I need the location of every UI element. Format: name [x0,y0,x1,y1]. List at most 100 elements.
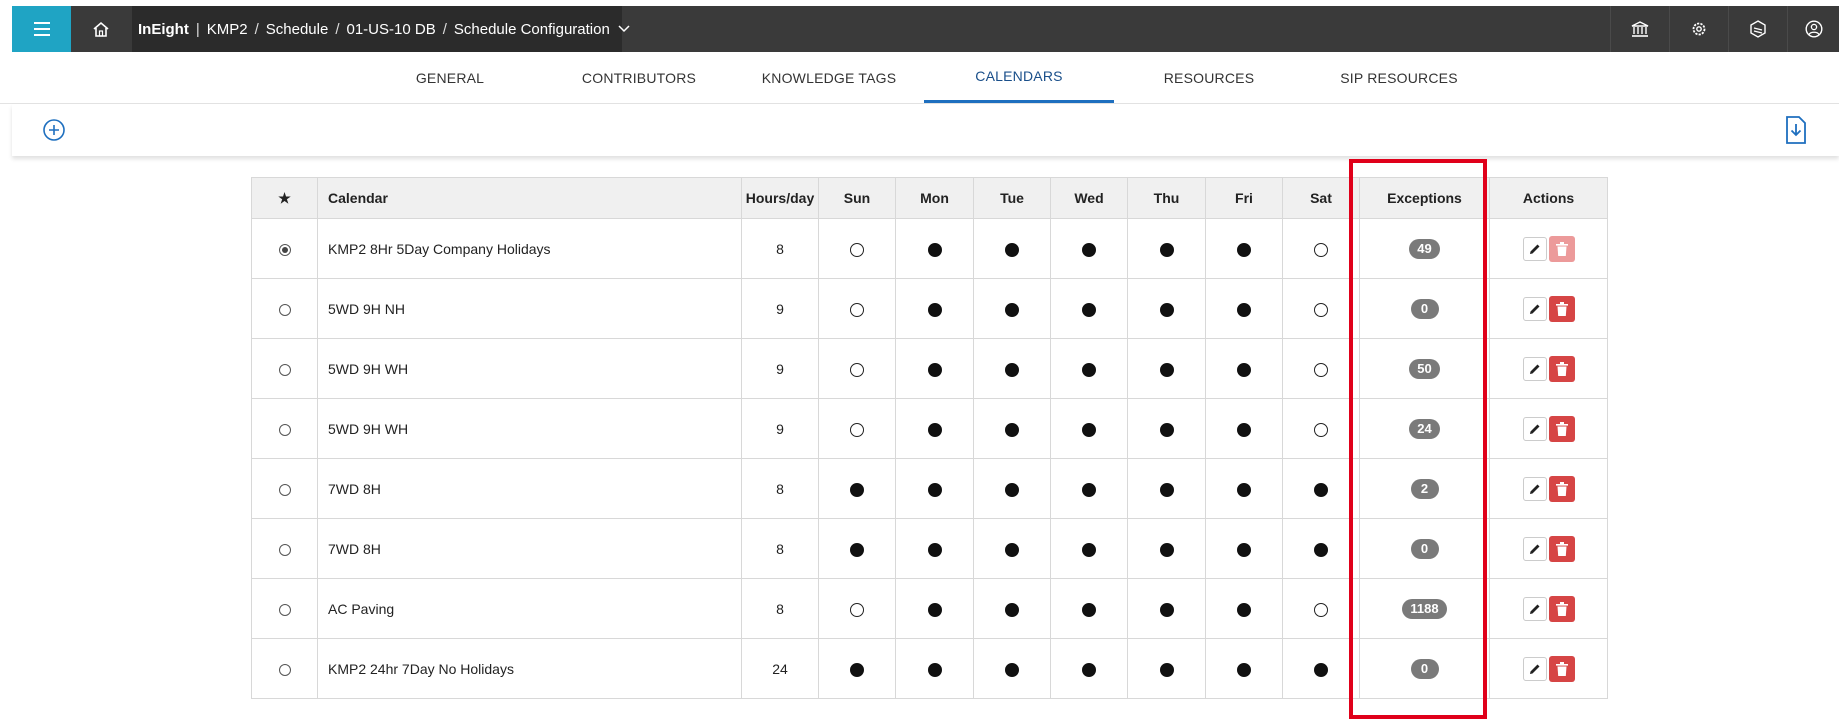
exceptions-badge[interactable]: 0 [1410,658,1439,679]
default-radio[interactable] [278,663,291,676]
wed-cell [1050,458,1128,519]
pencil-icon [1529,484,1539,494]
calendar-name: 7WD 8H [317,458,742,519]
sun-workday-indicator [850,242,864,257]
tab-sip-resources[interactable]: SIP RESOURCES [1310,52,1488,103]
default-radio[interactable] [278,303,291,316]
breadcrumb-item-page[interactable]: Schedule Configuration [454,21,610,38]
trash-icon [1555,421,1568,436]
wed-workday-indicator [1082,602,1096,617]
exceptions-cell: 0 [1359,278,1490,339]
export-button[interactable] [1783,115,1809,145]
delete-button[interactable] [1548,235,1575,262]
breadcrumb-dropdown[interactable] [618,25,630,33]
trash-icon [1555,601,1568,616]
default-radio[interactable] [278,603,291,616]
tab-resources[interactable]: RESOURCES [1130,52,1288,103]
tue-workday-indicator [1005,422,1019,437]
sat-workday-indicator [1314,302,1328,317]
wed-cell [1050,638,1128,699]
exceptions-badge[interactable]: 1188 [1402,598,1447,619]
tab-contributors[interactable]: CONTRIBUTORS [560,52,718,103]
exceptions-badge[interactable]: 2 [1410,478,1439,499]
actions-cell [1489,638,1608,699]
delete-button[interactable] [1548,355,1575,382]
edit-button[interactable] [1522,416,1547,441]
default-radio[interactable] [278,423,291,436]
apps-button[interactable] [1728,6,1787,52]
pencil-icon [1529,544,1539,554]
config-tabs: GENERAL CONTRIBUTORS KNOWLEDGE TAGS CALE… [0,52,1839,104]
hours-column-header: Hours/day [741,177,819,219]
sun-cell [818,278,896,339]
breadcrumb-item-project[interactable]: KMP2 [207,21,248,38]
account-button[interactable] [1787,6,1839,52]
calendar-name: 7WD 8H [317,518,742,579]
hours-per-day: 24 [741,638,819,699]
delete-button[interactable] [1548,535,1575,562]
breadcrumb-item-schedule-name[interactable]: 01-US-10 DB [347,21,436,38]
wed-cell [1050,218,1128,279]
sat-cell [1282,338,1360,399]
edit-button[interactable] [1522,356,1547,381]
tab-knowledge-tags[interactable]: KNOWLEDGE TAGS [740,52,918,103]
edit-button[interactable] [1522,476,1547,501]
mon-workday-indicator [927,542,942,557]
bank-icon [1631,21,1649,37]
exceptions-badge[interactable]: 49 [1409,238,1440,259]
default-radio[interactable] [278,243,291,256]
home-button[interactable] [72,6,130,52]
pencil-icon [1529,664,1539,674]
edit-button[interactable] [1522,656,1547,681]
default-cell [251,638,318,699]
tue-cell [973,398,1051,459]
organization-button[interactable] [1610,6,1669,52]
brand-name[interactable]: InEight [138,21,189,38]
sun-workday-indicator [850,422,864,437]
delete-button[interactable] [1548,475,1575,502]
fri-cell [1205,458,1283,519]
tab-calendars[interactable]: CALENDARS [924,52,1114,103]
default-cell [251,398,318,459]
delete-button[interactable] [1548,595,1575,622]
wed-cell [1050,278,1128,339]
calendar-name: AC Paving [317,578,742,639]
default-radio[interactable] [278,543,291,556]
pencil-icon [1529,364,1539,374]
default-radio[interactable] [278,483,291,496]
fri-cell [1205,218,1283,279]
hours-per-day: 9 [741,338,819,399]
delete-button[interactable] [1548,295,1575,322]
sat-cell [1282,518,1360,579]
edit-button[interactable] [1522,236,1547,261]
exceptions-badge[interactable]: 0 [1410,538,1439,559]
sun-cell [818,578,896,639]
mon-workday-indicator [927,422,942,437]
default-radio[interactable] [278,363,291,376]
actions-cell [1489,278,1608,339]
delete-button[interactable] [1548,415,1575,442]
breadcrumb: InEight | KMP2 / Schedule / 01-US-10 DB … [138,6,630,52]
edit-button[interactable] [1522,596,1547,621]
hours-per-day: 9 [741,398,819,459]
settings-button[interactable] [1669,6,1728,52]
exceptions-badge[interactable]: 50 [1409,358,1440,379]
exceptions-badge[interactable]: 24 [1409,418,1440,439]
sun-column-header: Sun [818,177,896,219]
menu-button[interactable] [12,6,71,52]
tab-general[interactable]: GENERAL [375,52,525,103]
edit-button[interactable] [1522,536,1547,561]
wed-workday-indicator [1082,542,1096,557]
actions-cell [1489,578,1608,639]
exceptions-badge[interactable]: 0 [1410,298,1439,319]
exceptions-cell: 50 [1359,338,1490,399]
sat-workday-indicator [1314,362,1328,377]
delete-button[interactable] [1548,655,1575,682]
exceptions-cell: 0 [1359,638,1490,699]
calendar-name: 5WD 9H WH [317,338,742,399]
add-calendar-button[interactable] [41,117,67,143]
fri-cell [1205,278,1283,339]
edit-button[interactable] [1522,296,1547,321]
breadcrumb-item-schedule[interactable]: Schedule [266,21,329,38]
default-cell [251,218,318,279]
